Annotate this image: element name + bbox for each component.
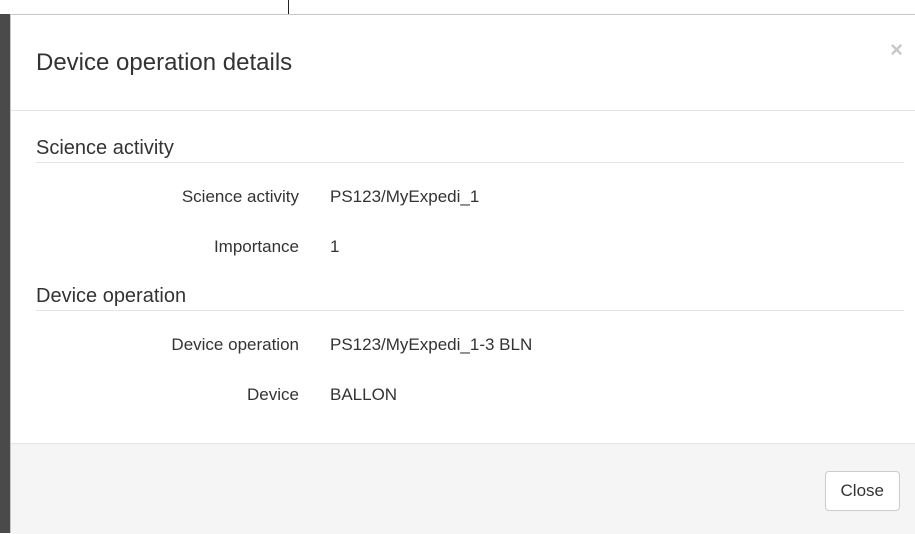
device-operation-details-modal: Device operation details × Science activ… (10, 14, 915, 534)
modal-header: Device operation details × (11, 15, 915, 111)
field-label-device: Device (247, 385, 299, 404)
backdrop-left-edge (0, 14, 10, 533)
modal-title: Device operation details (36, 49, 293, 76)
modal-footer: Close (11, 443, 915, 534)
field-label-importance: Importance (213, 237, 299, 256)
modal-body: Science activity Science activity PS123/… (11, 111, 915, 443)
field-value-science-activity: PS123/MyExpedi_1 (330, 187, 480, 206)
section-legend-science-activity: Science activity (36, 137, 904, 163)
backdrop-divider (288, 0, 289, 14)
section-legend-device-operation: Device operation (36, 285, 904, 311)
field-value-device-operation: PS123/MyExpedi_1-3 BLN (330, 335, 533, 354)
field-value-device: BALLON (330, 385, 398, 404)
close-button[interactable]: Close (824, 471, 900, 511)
close-icon[interactable]: × (890, 39, 903, 61)
field-value-importance: 1 (330, 237, 340, 256)
field-label-science-activity: Science activity (181, 187, 299, 206)
backdrop-top-strip (0, 0, 915, 14)
field-label-device-operation: Device operation (171, 335, 299, 354)
